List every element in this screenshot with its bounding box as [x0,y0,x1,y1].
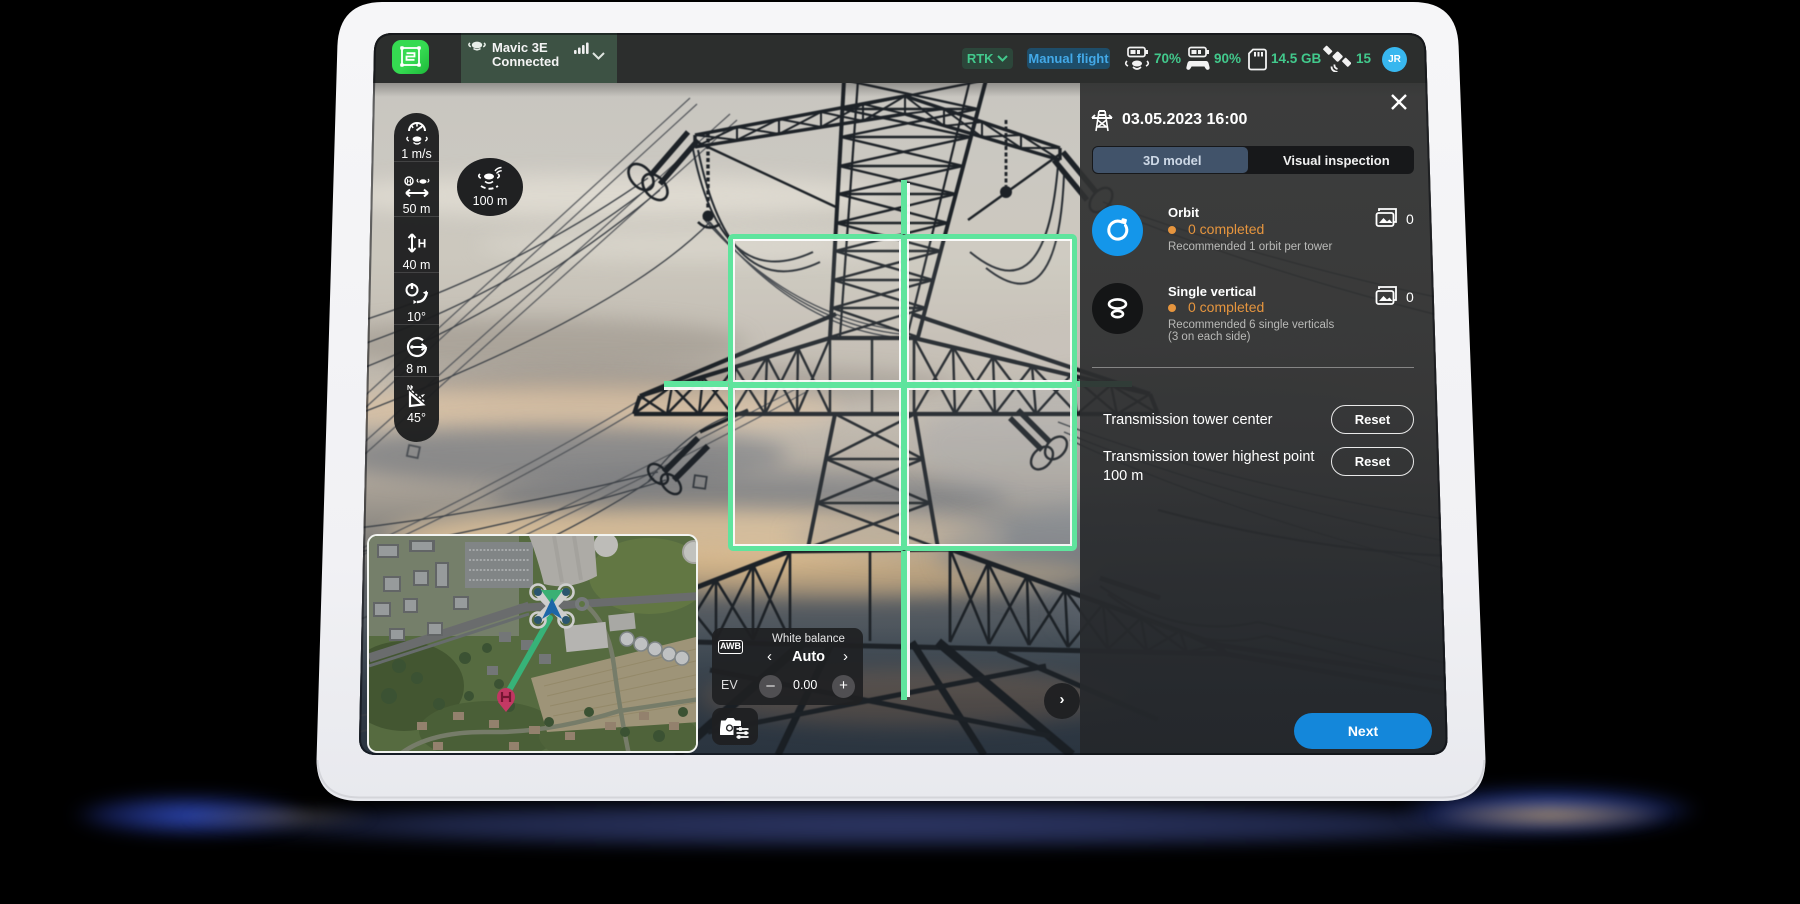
svg-text:H: H [417,237,426,251]
svg-text:H: H [406,179,411,186]
